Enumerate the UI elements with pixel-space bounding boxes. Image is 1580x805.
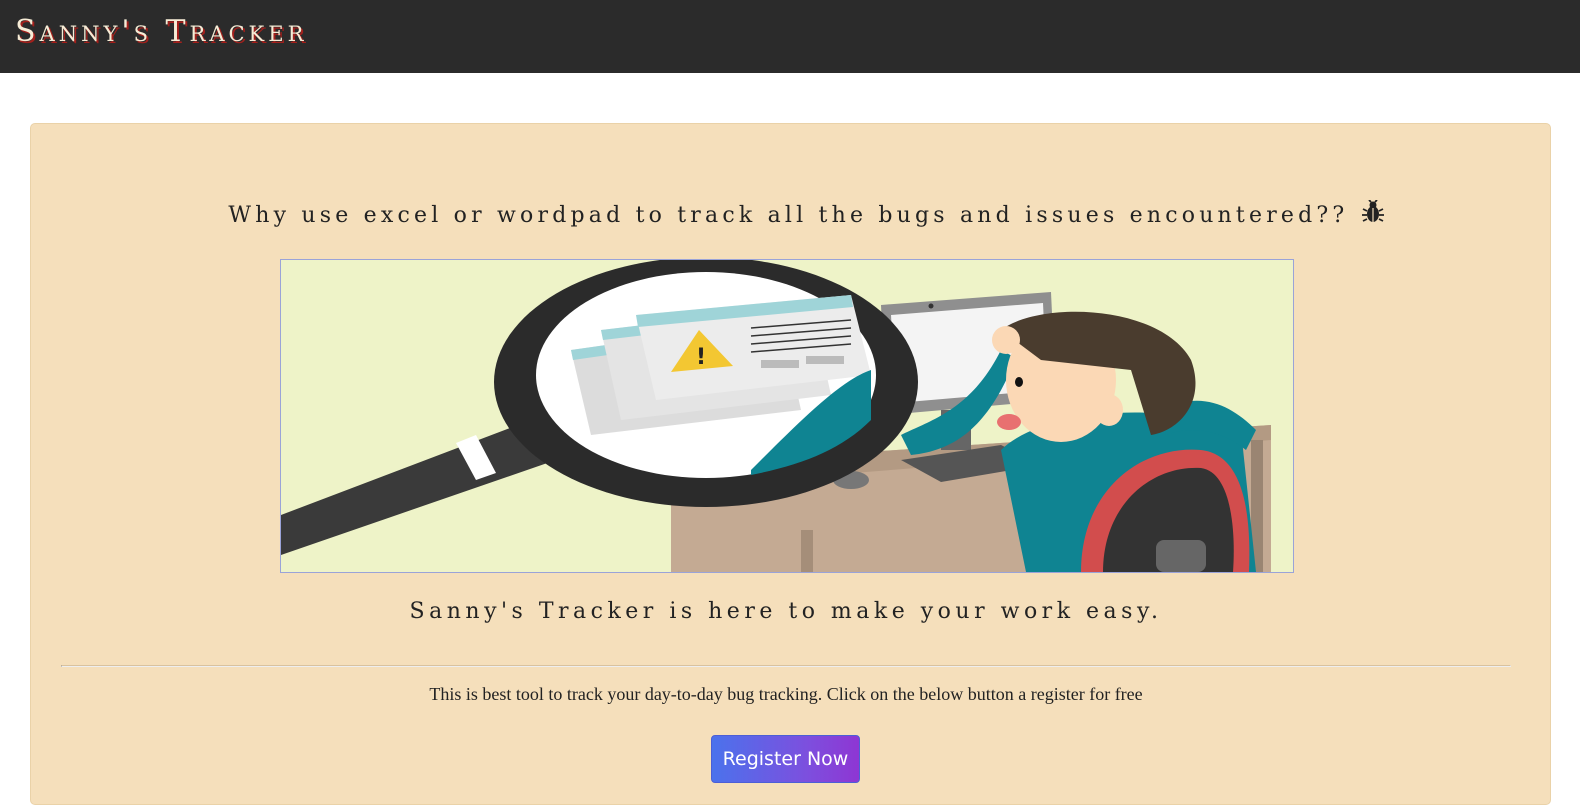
bug-icon	[1361, 199, 1384, 230]
register-button[interactable]: Register Now	[711, 735, 860, 783]
hero-section: Why use excel or wordpad to track all th…	[30, 123, 1551, 805]
headline-text: Why use excel or wordpad to track all th…	[228, 203, 1349, 228]
headline: Why use excel or wordpad to track all th…	[31, 199, 1580, 230]
divider	[61, 665, 1511, 667]
description: This is best tool to track your day-to-d…	[429, 684, 1143, 704]
navbar: Sanny's Tracker	[0, 0, 1580, 73]
tagline: Sanny's Tracker is here to make your wor…	[409, 599, 1163, 624]
brand-logo[interactable]: Sanny's Tracker	[15, 14, 307, 49]
hero-illustration: !	[280, 259, 1294, 573]
svg-text:!: !	[696, 345, 706, 370]
